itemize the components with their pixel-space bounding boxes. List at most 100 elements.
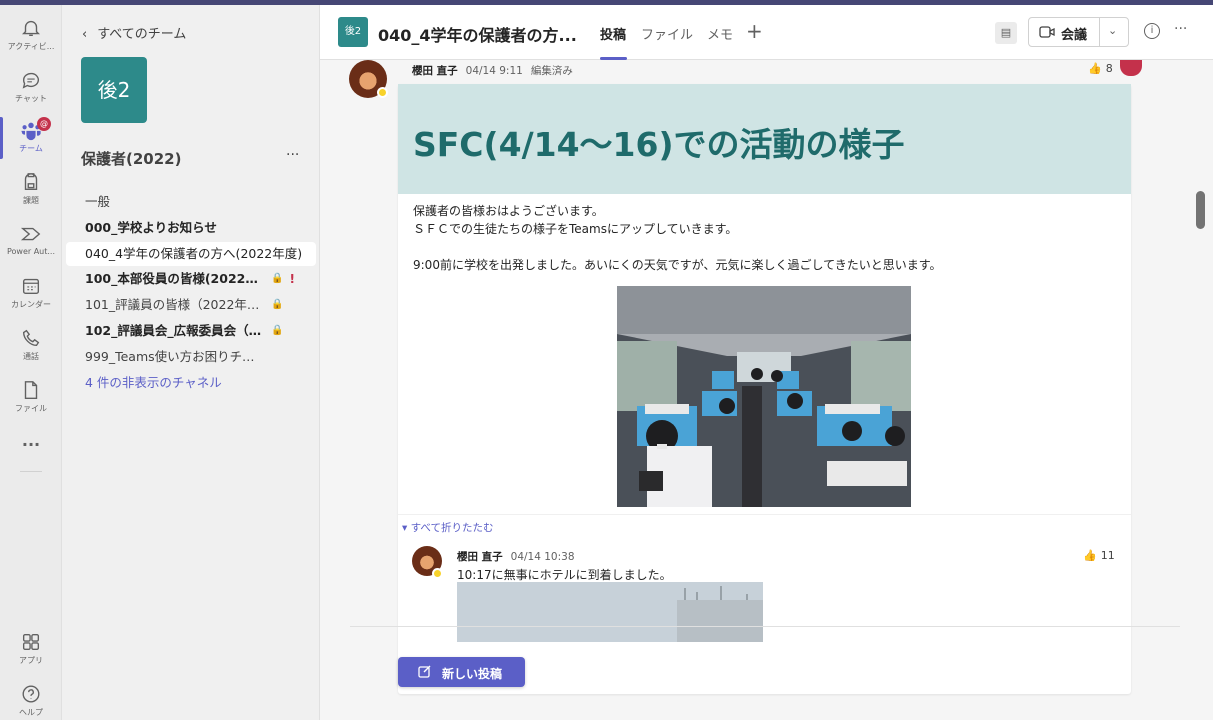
more-options-icon[interactable]: ··· <box>1174 21 1187 37</box>
channel-item[interactable]: 999_Teams使い方お困りチャネル <box>66 345 316 369</box>
reply-author[interactable]: 櫻田 直子 <box>457 551 503 563</box>
presence-away-icon <box>432 568 443 579</box>
all-teams-label: すべてのチーム <box>97 27 187 42</box>
channel-team-avatar: 後2 <box>338 17 368 47</box>
team-more-options[interactable]: ··· <box>286 147 299 163</box>
channel-header: 後2 040_4学年の保護者の方... 投稿 ファイル メモ + ▤ 会議 ⌄ … <box>320 5 1213 60</box>
rail-label: Power Aut... <box>6 247 56 256</box>
post-banner: SFC(4/14～16)での活動の様子 <box>398 84 1131 194</box>
thumbs-up-icon: 👍 <box>1083 549 1097 562</box>
reply-time: 04/14 10:38 <box>510 551 575 563</box>
meet-label: 会議 <box>1061 28 1088 43</box>
power-automate-icon <box>20 227 41 241</box>
chat-icon <box>22 72 40 89</box>
tab-posts[interactable]: 投稿 <box>600 24 626 43</box>
channel-item[interactable]: 000_学校よりお知らせ <box>66 216 316 240</box>
channel-title: 040_4学年の保護者の方... <box>378 26 577 45</box>
rail-activity[interactable]: アクティビ... <box>0 11 62 59</box>
channel-item[interactable]: 101_評議員の皆様（2022年度） 🔒 <box>66 293 316 317</box>
post-author[interactable]: 櫻田 直子 <box>412 65 458 77</box>
all-teams-link[interactable]: ‹ すべてのチーム <box>82 23 186 42</box>
channel-item[interactable]: 102_評議員会_広報委員会（202... 🔒 <box>66 319 316 343</box>
presence-away-icon <box>377 87 388 98</box>
posts-feed: 櫻田 直子 04/14 9:11 編集済み 👍 8 SFC(4/14～16)での活動の… <box>320 60 1213 720</box>
post-meta: 櫻田 直子 04/14 9:11 編集済み <box>412 63 573 78</box>
rail-label: チャット <box>15 94 47 103</box>
post-edited: 編集済み <box>530 65 573 77</box>
post-title: SFC(4/14～16)での活動の様子 <box>413 125 905 164</box>
meet-divider <box>1099 18 1100 46</box>
reply-separator <box>398 514 1131 515</box>
collapse-label: すべて折りたたむ <box>410 522 494 534</box>
backpack-icon <box>24 173 38 191</box>
add-tab-icon[interactable]: + <box>746 19 763 43</box>
rail-label: カレンダー <box>11 300 51 309</box>
lock-icon: 🔒 <box>271 299 284 310</box>
meet-button[interactable]: 会議 ⌄ <box>1028 17 1129 47</box>
rail-label: アクティビ... <box>7 42 55 51</box>
rail-assignments[interactable]: 課題 <box>0 165 62 213</box>
rail-label: チーム <box>19 144 43 153</box>
apps-icon <box>22 633 40 651</box>
important-tag-icon <box>1120 60 1142 76</box>
tab-files[interactable]: ファイル <box>641 24 693 43</box>
rail-help[interactable]: ヘルプ <box>0 677 62 720</box>
reply-text: 10:17に無事にホテルに到着しました。 <box>457 568 672 582</box>
app-rail: アクティビ... チャット チーム @ 課題 Power Aut... カレンダ… <box>0 5 62 720</box>
post-line: 保護者の皆様おはようございます。 <box>413 204 604 218</box>
phone-icon <box>22 329 40 347</box>
rail-calls[interactable]: 通話 <box>0 321 62 369</box>
rail-label: ファイル <box>15 404 47 413</box>
rail-files[interactable]: ファイル <box>0 373 62 421</box>
rail-label: ヘルプ <box>19 708 43 717</box>
rail-separator <box>20 471 42 472</box>
rail-power-automate[interactable]: Power Aut... <box>0 217 62 265</box>
hotel-photo[interactable] <box>457 582 763 642</box>
important-icon: ! <box>289 272 295 286</box>
clipboard-icon[interactable]: ▤ <box>995 22 1017 44</box>
rail-more-apps[interactable]: ... <box>0 427 62 457</box>
new-post-label: 新しい投稿 <box>442 667 503 681</box>
hotel-photo-image <box>457 582 763 642</box>
mention-badge: @ <box>37 117 51 131</box>
help-icon <box>22 685 40 703</box>
channel-label: 999_Teams使い方お困りチャネル <box>85 349 263 364</box>
lock-icon: 🔒 <box>271 273 284 284</box>
rail-apps[interactable]: アプリ <box>0 625 62 673</box>
lock-icon: 🔒 <box>271 325 284 336</box>
rail-label: 課題 <box>23 196 39 205</box>
scrollbar-thumb[interactable] <box>1196 191 1205 229</box>
collapse-all-link[interactable]: ▾ すべて折りたたむ <box>402 520 493 535</box>
rail-chat[interactable]: チャット <box>0 63 62 111</box>
channel-item-selected[interactable]: 040_4学年の保護者の方へ(2022年度) <box>66 242 316 266</box>
team-avatar: 後2 <box>81 57 147 123</box>
chevron-left-icon: ‹ <box>82 27 88 42</box>
post-line: 9:00前に学校を出発しました。あいにくの天気ですが、元気に楽しく過ごしてきたい… <box>413 258 942 272</box>
team-name[interactable]: 保護者(2022) <box>81 148 181 169</box>
like-reaction[interactable]: 👍 11 <box>1083 549 1115 562</box>
new-post-button[interactable]: 新しい投稿 <box>398 657 525 687</box>
rail-calendar[interactable]: カレンダー <box>0 269 62 317</box>
rail-label: アプリ <box>19 656 43 665</box>
bus-photo[interactable] <box>617 286 911 507</box>
calendar-icon <box>22 278 40 295</box>
hidden-channels-link[interactable]: 4 件の非表示のチャネル <box>66 371 316 395</box>
channel-pane: ‹ すべてのチーム 後2 保護者(2022) ··· 一般 000_学校よりお知ら… <box>62 5 320 720</box>
channel-label: 000_学校よりお知らせ <box>85 220 217 235</box>
like-reaction[interactable]: 👍 8 <box>1088 62 1113 75</box>
compose-icon <box>418 665 431 678</box>
channel-item[interactable]: 100_本部役員の皆様(2022年... 🔒! <box>66 267 316 291</box>
channel-label: 101_評議員の皆様（2022年度） <box>85 297 263 312</box>
info-icon[interactable]: i <box>1144 23 1160 39</box>
rail-teams[interactable]: チーム @ <box>0 113 62 161</box>
post-time: 04/14 9:11 <box>465 65 523 77</box>
post-line: ＳＦＣでの生徒たちの様子をTeamsにアップしていきます。 <box>413 222 738 236</box>
bell-icon <box>22 20 40 37</box>
post-body: 保護者の皆様おはようございます。 ＳＦＣでの生徒たちの様子をTeamsにアップし… <box>413 202 942 274</box>
like-count: 11 <box>1100 549 1115 562</box>
tab-notes[interactable]: メモ <box>707 24 733 43</box>
chevron-down-icon[interactable]: ⌄ <box>1108 24 1117 37</box>
post-card: SFC(4/14～16)での活動の様子 保護者の皆様おはようございます。 ＳＦＣ… <box>398 84 1131 694</box>
channel-item[interactable]: 一般 <box>66 190 316 214</box>
rail-label: 通話 <box>23 352 39 361</box>
